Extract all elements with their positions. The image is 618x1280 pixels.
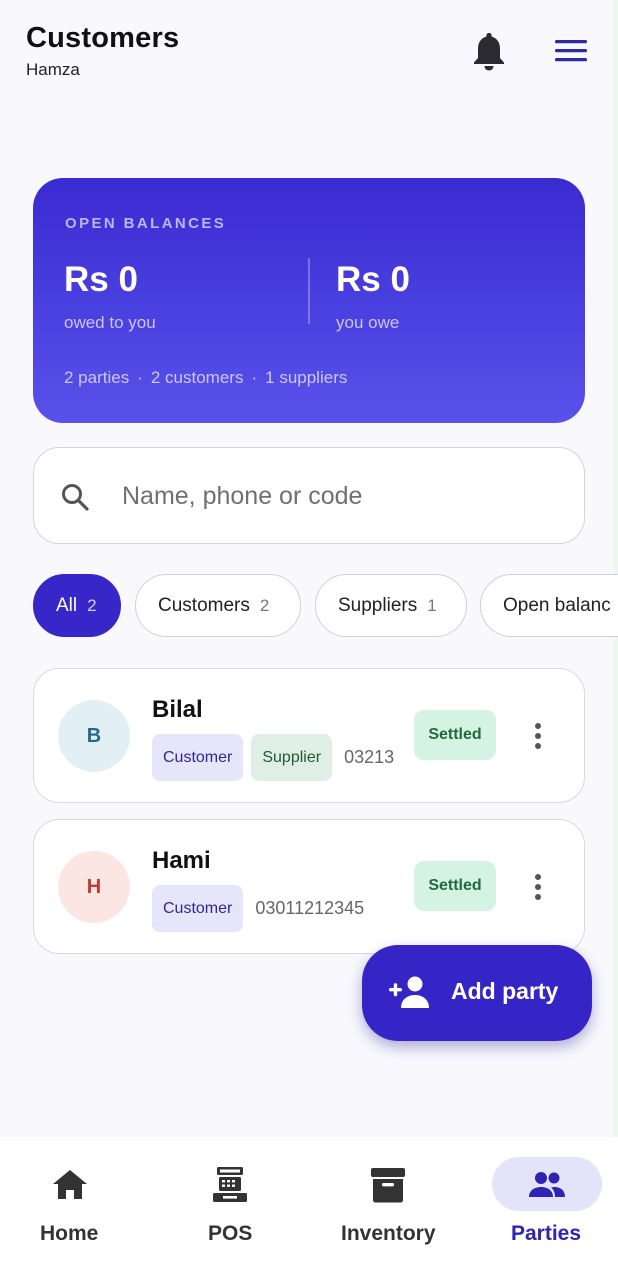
balances-label: OPEN BALANCES [65, 215, 227, 232]
parties-count: 2 parties [64, 368, 130, 387]
party-phone: 03213 [344, 747, 395, 767]
open-balances-card: OPEN BALANCES Rs 0 owed to you Rs 0 you … [33, 178, 585, 423]
right-edge-strip [614, 0, 618, 1280]
home-icon [53, 1170, 87, 1199]
customers-count: 2 customers [150, 368, 244, 387]
status-badge: Settled [414, 710, 496, 760]
supplier-tag: Supplier [251, 734, 333, 781]
bottom-navigation: Home POS Inventory Parties [0, 1137, 618, 1280]
owe-label: you owe [336, 313, 400, 332]
page-title: Customers [26, 22, 180, 54]
party-name: Bilal [152, 696, 203, 723]
add-party-label: Add party [451, 978, 559, 1004]
nav-label: Parties [511, 1222, 582, 1245]
party-tags: Customer Supplier 03213 [152, 734, 394, 781]
filter-chips: All 2 Customers 2 Suppliers 1 Open balanc [0, 574, 618, 638]
party-tags: Customer 03011212345 [152, 885, 364, 932]
nav-label: POS [208, 1222, 253, 1245]
count-separator: · [137, 368, 143, 387]
chip-count: 2 [259, 595, 270, 615]
customer-tag: Customer [152, 885, 244, 932]
owed-amount: Rs 0 [64, 260, 138, 299]
people-icon [529, 1172, 565, 1197]
nav-parties[interactable]: Parties [506, 1137, 588, 1280]
balance-divider [308, 258, 310, 324]
hamburger-menu-icon[interactable] [552, 34, 590, 68]
page-subtitle: Hamza [26, 60, 80, 79]
chip-count: 1 [427, 595, 437, 615]
cash-register-icon [213, 1167, 247, 1202]
filter-chip-suppliers[interactable]: Suppliers 1 [315, 574, 467, 637]
nav-inventory[interactable]: Inventory [338, 1137, 438, 1280]
nav-label: Home [40, 1222, 99, 1245]
search-bar[interactable] [33, 447, 585, 544]
person-add-icon [389, 976, 429, 1008]
filter-chip-all[interactable]: All 2 [33, 574, 121, 637]
owe-amount: Rs 0 [336, 260, 410, 299]
avatar: H [58, 851, 130, 923]
party-phone: 03011212345 [255, 898, 365, 918]
bell-icon[interactable] [470, 30, 508, 72]
search-input[interactable] [122, 474, 552, 518]
party-counts: 2 parties · 2 customers · 1 suppliers [64, 368, 347, 388]
more-vertical-icon[interactable] [526, 719, 550, 753]
party-card[interactable]: B Bilal Customer Supplier 03213 Settled [33, 668, 585, 803]
add-party-button[interactable]: Add party [362, 945, 592, 1041]
chip-label: Customers [158, 594, 250, 616]
app-header: Customers Hamza [0, 0, 618, 110]
status-badge: Settled [414, 861, 496, 911]
nav-label: Inventory [341, 1222, 436, 1245]
nav-pos[interactable]: POS [200, 1137, 260, 1280]
owed-label: owed to you [64, 313, 156, 332]
nav-home[interactable]: Home [30, 1137, 110, 1280]
filter-chip-customers[interactable]: Customers 2 [135, 574, 301, 637]
party-card[interactable]: H Hami Customer 03011212345 Settled [33, 819, 585, 954]
filter-chip-open-balance[interactable]: Open balanc [480, 574, 618, 637]
customer-tag: Customer [152, 734, 244, 781]
chip-label: Open balanc [503, 594, 611, 616]
chip-label: All [56, 594, 78, 616]
chip-label: Suppliers [338, 594, 418, 616]
party-name: Hami [152, 847, 211, 874]
avatar: B [58, 700, 130, 772]
count-separator: · [251, 368, 258, 387]
chip-count: 2 [87, 595, 97, 615]
search-icon [62, 484, 89, 511]
more-vertical-icon[interactable] [526, 870, 550, 904]
suppliers-count: 1 suppliers [265, 368, 348, 387]
archive-box-icon [371, 1168, 405, 1203]
